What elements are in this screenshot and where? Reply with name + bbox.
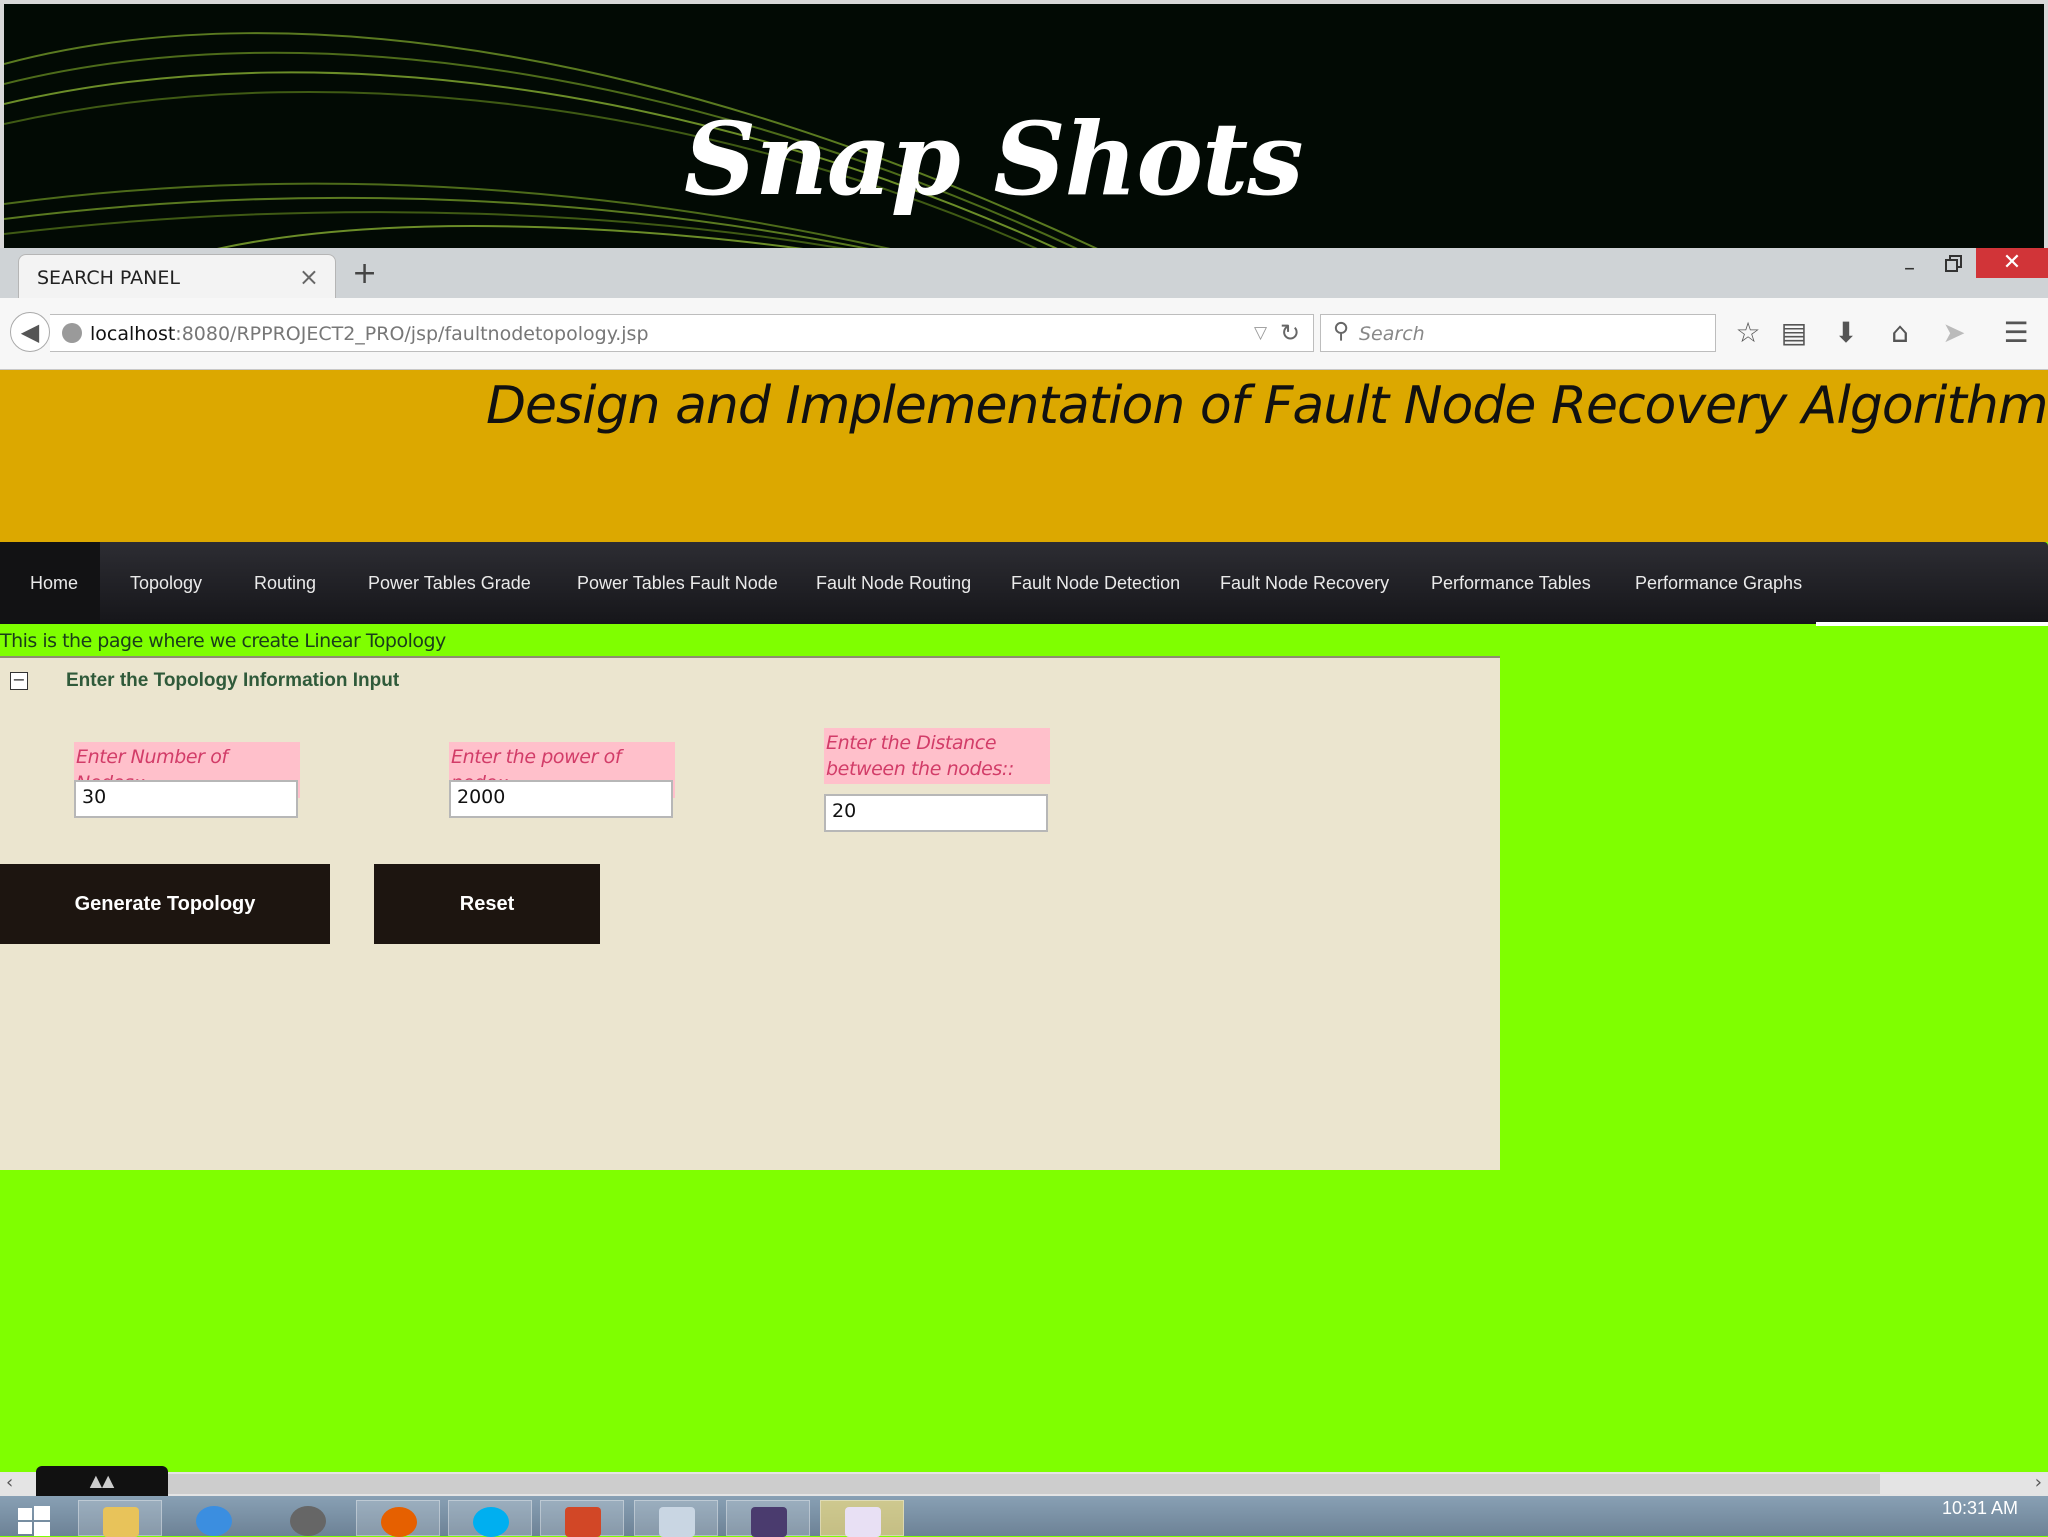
start-button[interactable] <box>0 1500 60 1536</box>
taskbar-ie-icon[interactable] <box>172 1500 256 1536</box>
page-banner: Design and Implementation of Fault Node … <box>0 370 2048 542</box>
menu-item-performance-graphs[interactable]: Performance Graphs <box>1635 542 1802 624</box>
slide-header: Snap Shots <box>0 0 2048 248</box>
horizontal-scrollbar[interactable]: ‹ › <box>0 1472 2048 1496</box>
download-icon[interactable]: ⬇ <box>1828 316 1864 349</box>
search-icon: ⚲ <box>1333 319 1350 344</box>
node-distance-input[interactable]: 20 <box>824 794 1048 832</box>
taskbar-clock[interactable]: 10:31 AM <box>1942 1498 2018 1519</box>
windows-logo-icon <box>18 1506 50 1536</box>
taskbar-firefox-icon[interactable] <box>356 1500 440 1537</box>
menu-item-fault-node-routing[interactable]: Fault Node Routing <box>816 542 971 624</box>
scroll-left-icon[interactable]: ‹ <box>6 1472 13 1493</box>
search-placeholder: Search <box>1359 323 1425 345</box>
reset-button[interactable]: Reset <box>374 864 600 944</box>
address-bar[interactable]: localhost:8080/RPPROJECT2_PRO/jsp/faultn… <box>50 314 1314 352</box>
scrollbar-thumb[interactable] <box>166 1474 1880 1494</box>
main-menu: Home Topology Routing Power Tables Grade… <box>0 542 2048 624</box>
url-path: :8080/RPPROJECT2_PRO/jsp/faultnodetopolo… <box>175 323 649 345</box>
window-restore-icon[interactable] <box>1944 254 1964 274</box>
menu-item-fault-node-recovery[interactable]: Fault Node Recovery <box>1220 542 1389 624</box>
scroll-right-icon[interactable]: › <box>2035 1472 2042 1493</box>
history-dropdown-icon[interactable]: ▽ <box>1254 323 1267 343</box>
nodes-count-input[interactable]: 30 <box>74 780 298 818</box>
panel-title: Enter the Topology Information Input <box>66 670 400 691</box>
node-power-input[interactable]: 2000 <box>449 780 673 818</box>
browser-tab[interactable]: SEARCH PANEL × <box>18 254 336 298</box>
bookmark-star-icon[interactable]: ☆ <box>1730 316 1766 349</box>
globe-icon <box>62 323 82 343</box>
topology-input-panel: − Enter the Topology Information Input E… <box>0 656 1500 1170</box>
collapse-icon[interactable]: − <box>10 672 28 690</box>
back-arrow-icon[interactable]: ◀ <box>10 312 50 352</box>
reading-list-icon[interactable]: ▤ <box>1776 316 1812 349</box>
taskbar-skype-icon[interactable] <box>448 1500 532 1537</box>
taskbar-mail-icon[interactable] <box>820 1500 904 1537</box>
menu-item-performance-tables[interactable]: Performance Tables <box>1431 542 1591 624</box>
tab-close-icon[interactable]: × <box>299 263 319 291</box>
new-tab-button[interactable]: + <box>352 256 377 291</box>
slide-title: Snap Shots <box>684 100 1304 218</box>
taskbar-paint-icon[interactable] <box>634 1500 718 1537</box>
browser-navbar: ◀ localhost:8080/RPPROJECT2_PRO/jsp/faul… <box>0 298 2048 370</box>
url-host: localhost <box>90 323 176 345</box>
banner-title: Design and Implementation of Fault Node … <box>486 376 2048 436</box>
menu-item-fault-node-detection[interactable]: Fault Node Detection <box>1011 542 1180 624</box>
window-close-button[interactable]: ✕ <box>1976 248 2048 278</box>
windows-taskbar: 10:31 AM <box>0 1496 2048 1537</box>
taskbar-settings-icon[interactable] <box>266 1500 350 1536</box>
menu-item-home[interactable]: Home <box>0 542 100 624</box>
browser-tabbar: SEARCH PANEL × + – ✕ <box>0 248 2048 298</box>
node-distance-label: Enter the Distance between the nodes:: <box>824 728 1050 784</box>
menu-item-topology[interactable]: Topology <box>130 542 202 624</box>
url-text[interactable]: localhost:8080/RPPROJECT2_PRO/jsp/faultn… <box>90 323 649 345</box>
generate-topology-button[interactable]: Generate Topology <box>0 864 330 944</box>
tab-label: SEARCH PANEL <box>37 267 180 289</box>
window-minimize-button[interactable]: – <box>1904 256 1915 281</box>
home-icon[interactable]: ⌂ <box>1882 316 1918 349</box>
reload-icon[interactable]: ↻ <box>1280 319 1300 347</box>
menu-item-power-tables-grade[interactable]: Power Tables Grade <box>368 542 531 624</box>
share-icon[interactable]: ➤ <box>1936 316 1972 349</box>
floating-toolbar-tab[interactable]: ▲▲ <box>36 1466 168 1500</box>
search-input[interactable]: ⚲ Search <box>1320 314 1716 352</box>
page-intro-text: This is the page where we create Linear … <box>0 630 446 652</box>
menu-item-power-tables-fault-node[interactable]: Power Tables Fault Node <box>577 542 778 624</box>
menu-item-routing[interactable]: Routing <box>254 542 316 624</box>
menu-underline <box>1816 622 2048 626</box>
taskbar-powerpoint-icon[interactable] <box>540 1500 624 1537</box>
menu-hamburger-icon[interactable]: ☰ <box>1998 316 2034 349</box>
taskbar-java-ee-icon[interactable] <box>726 1500 810 1537</box>
taskbar-explorer-icon[interactable] <box>78 1500 162 1537</box>
